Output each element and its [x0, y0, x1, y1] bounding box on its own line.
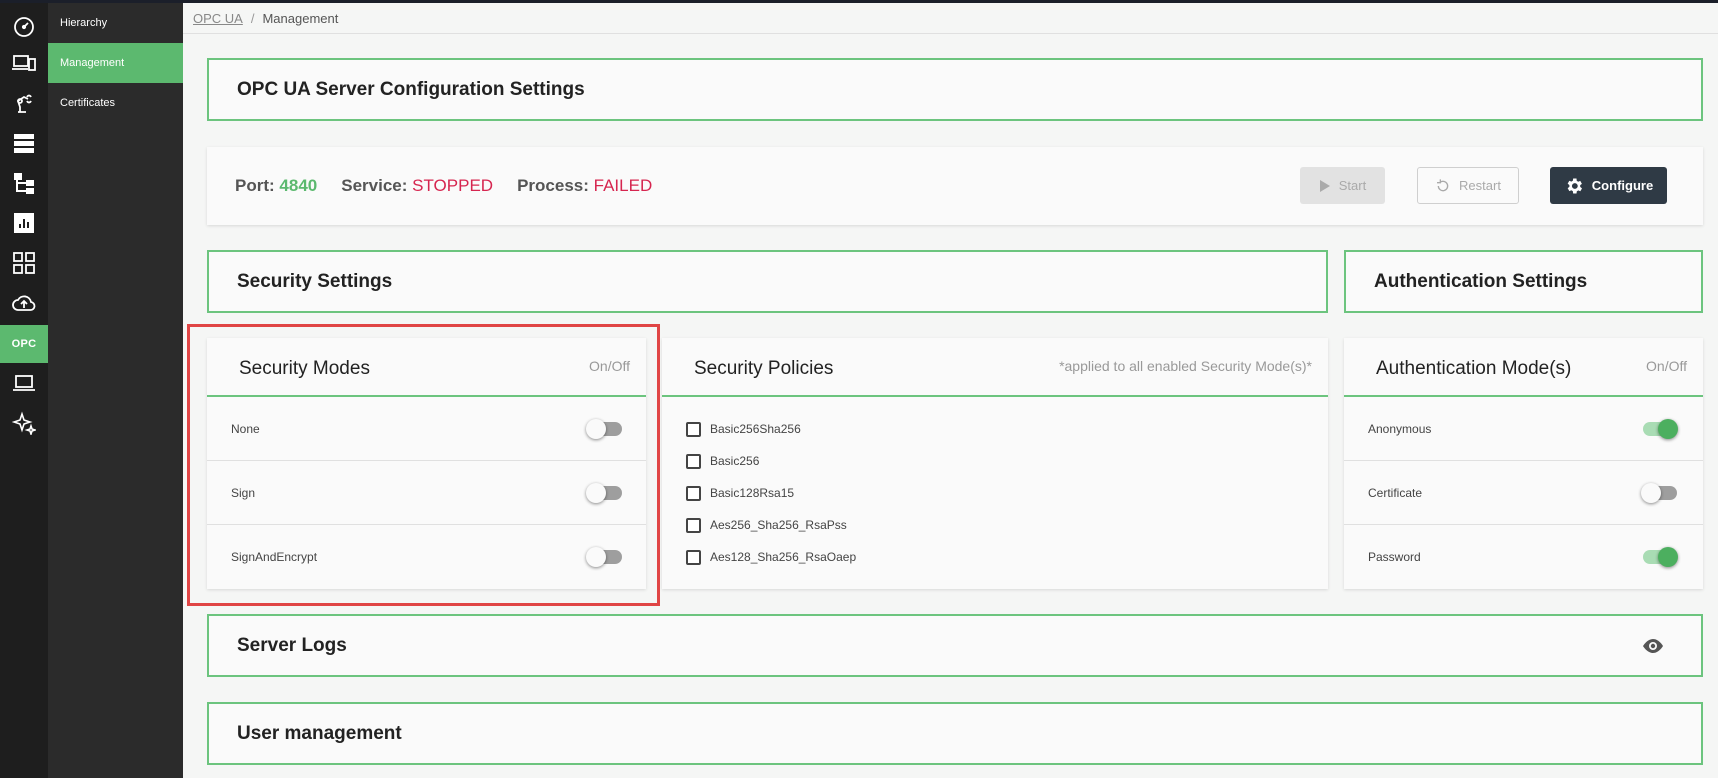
- toggle-knob: [1641, 483, 1661, 503]
- eye-icon[interactable]: [1641, 637, 1665, 655]
- security-settings-title: Security Settings: [237, 270, 393, 292]
- port-value: 4840: [279, 176, 318, 195]
- auth-mode-label: Password: [1368, 550, 1421, 564]
- subnav-item-label: Hierarchy: [60, 17, 108, 29]
- policy-checkbox[interactable]: [686, 453, 701, 469]
- hierarchy-icon[interactable]: [0, 165, 48, 201]
- service-label: Service:: [341, 176, 408, 195]
- laptop-icon[interactable]: [0, 365, 48, 401]
- breadcrumb-root-link[interactable]: OPC UA: [193, 11, 243, 26]
- report-icon[interactable]: [0, 205, 48, 241]
- grid-icon[interactable]: [0, 245, 48, 281]
- start-button-label: Start: [1338, 178, 1367, 193]
- policy-row-basic128rsa15[interactable]: Basic128Rsa15: [686, 483, 794, 503]
- policy-row-aes256[interactable]: Aes256_Sha256_RsaPss: [686, 515, 847, 535]
- authentication-modes-panel: Authentication Mode(s) On/Off Anonymous …: [1344, 338, 1703, 589]
- security-settings-header[interactable]: Security Settings: [207, 250, 1328, 313]
- policy-checkbox[interactable]: [686, 421, 701, 437]
- user-management-title: User management: [237, 722, 402, 744]
- auth-mode-certificate-toggle[interactable]: [1641, 483, 1677, 503]
- authentication-modes-title: Authentication Mode(s): [1376, 358, 1572, 379]
- configure-button[interactable]: Configure: [1550, 167, 1667, 204]
- server-status-card: Port: 4840 Service: STOPPED Process: FAI…: [207, 147, 1703, 225]
- policy-label: Aes256_Sha256_RsaPss: [710, 518, 847, 532]
- authentication-settings-header[interactable]: Authentication Settings: [1344, 250, 1703, 313]
- policy-checkbox[interactable]: [686, 485, 701, 501]
- start-button[interactable]: Start: [1300, 167, 1385, 204]
- security-policies-divider: [662, 395, 1328, 397]
- breadcrumb: OPC UA / Management: [183, 3, 1718, 34]
- sub-navigation: Hierarchy Management Certificates: [48, 3, 183, 778]
- restart-icon: [1437, 178, 1449, 191]
- auth-mode-row-password: Password: [1344, 525, 1703, 589]
- auth-mode-anonymous-toggle[interactable]: [1643, 419, 1678, 439]
- breadcrumb-current: Management: [262, 10, 339, 26]
- security-policies-title: Security Policies: [694, 358, 834, 379]
- policy-label: Basic256: [710, 454, 760, 468]
- server-icon[interactable]: [0, 125, 48, 161]
- rail-opc-label: OPC: [11, 338, 37, 350]
- robot-arm-icon[interactable]: [0, 85, 48, 121]
- rail-item-opc[interactable]: OPC: [0, 325, 48, 363]
- process-label: Process:: [517, 176, 589, 195]
- policy-row-basic256[interactable]: Basic256: [686, 451, 759, 471]
- subnav-item-label: Certificates: [60, 97, 116, 109]
- configure-button-label: Configure: [1591, 178, 1654, 193]
- subnav-item-certificates[interactable]: Certificates: [48, 83, 183, 123]
- policy-label: Basic256Sha256: [710, 422, 801, 436]
- server-logs-header[interactable]: Server Logs: [207, 614, 1703, 677]
- policy-row-aes128[interactable]: Aes128_Sha256_RsaOaep: [686, 547, 856, 567]
- auth-mode-password-toggle[interactable]: [1643, 547, 1678, 567]
- restart-button-label: Restart: [1459, 178, 1501, 193]
- icon-rail: OPC: [0, 3, 48, 778]
- policy-checkbox[interactable]: [686, 517, 701, 533]
- toggle-knob: [1658, 547, 1678, 567]
- user-management-header[interactable]: User management: [207, 702, 1703, 765]
- policy-label: Basic128Rsa15: [710, 486, 795, 500]
- play-icon: [1319, 179, 1330, 192]
- auth-mode-row-certificate: Certificate: [1344, 461, 1703, 525]
- gear-icon: [1567, 178, 1582, 193]
- process-value: FAILED: [593, 176, 653, 195]
- auth-mode-label: Certificate: [1368, 485, 1423, 500]
- sparkles-icon[interactable]: [0, 405, 48, 441]
- server-logs-title: Server Logs: [237, 634, 347, 656]
- restart-button[interactable]: Restart: [1417, 167, 1519, 204]
- highlight-annotation: [187, 324, 660, 606]
- port-label: Port:: [235, 176, 275, 195]
- policy-checkbox[interactable]: [686, 549, 701, 565]
- server-config-header[interactable]: OPC UA Server Configuration Settings: [207, 58, 1703, 121]
- cloud-upload-icon[interactable]: [0, 285, 48, 321]
- subnav-item-hierarchy[interactable]: Hierarchy: [48, 3, 183, 43]
- auth-mode-row-anonymous: Anonymous: [1344, 397, 1703, 461]
- devices-icon[interactable]: [0, 45, 48, 81]
- authentication-settings-title: Authentication Settings: [1374, 270, 1588, 292]
- auth-mode-label: Anonymous: [1368, 421, 1432, 436]
- status-row: Port: 4840 Service: STOPPED Process: FAI…: [235, 176, 652, 196]
- subnav-item-management[interactable]: Management: [48, 43, 183, 83]
- security-policies-hint: *applied to all enabled Security Mode(s)…: [1059, 358, 1312, 374]
- policy-row-basic256sha256[interactable]: Basic256Sha256: [686, 419, 801, 439]
- policy-label: Aes128_Sha256_RsaOaep: [710, 550, 857, 564]
- server-config-title: OPC UA Server Configuration Settings: [237, 78, 585, 100]
- dashboard-icon[interactable]: [0, 8, 48, 44]
- authentication-modes-hint: On/Off: [1646, 358, 1687, 374]
- service-value: STOPPED: [412, 176, 494, 195]
- toggle-knob: [1658, 419, 1678, 439]
- breadcrumb-separator: /: [250, 10, 255, 26]
- security-policies-panel: Security Policies *applied to all enable…: [662, 338, 1328, 589]
- subnav-item-label: Management: [60, 57, 125, 69]
